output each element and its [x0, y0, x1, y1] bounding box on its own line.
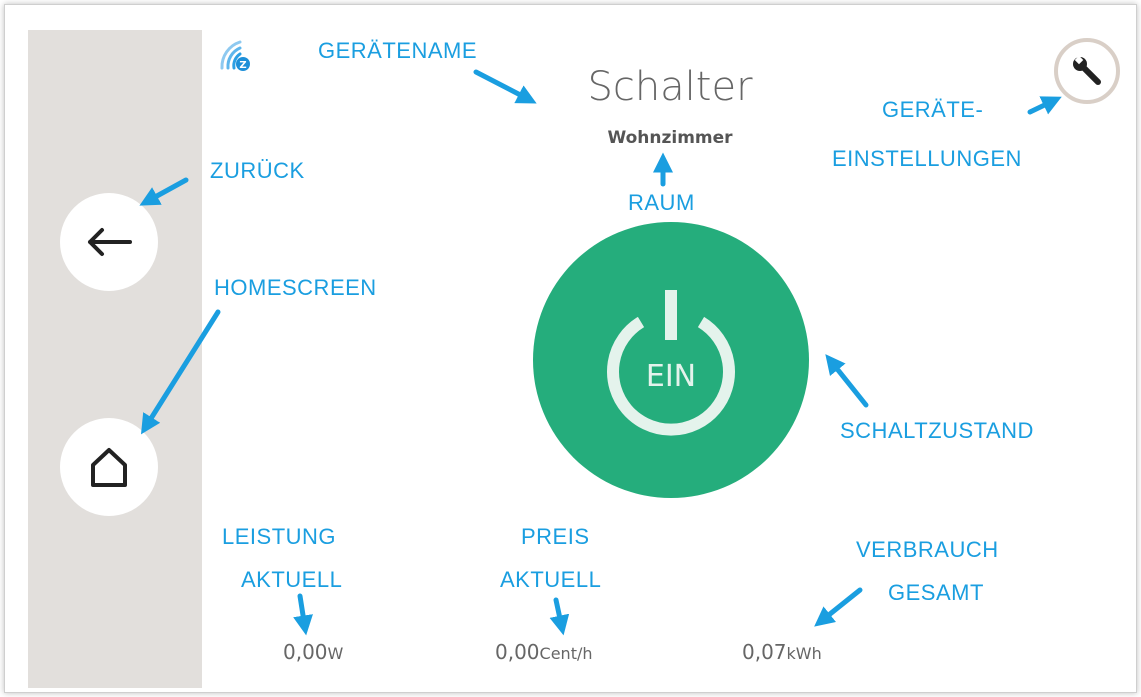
arrow-settings [1027, 96, 1062, 115]
arrow-home [141, 309, 221, 435]
arrow-back [139, 177, 189, 206]
arrow-state [825, 354, 869, 408]
arrow-power [293, 593, 313, 636]
arrow-device-name [473, 69, 537, 104]
annotation-arrows [139, 69, 1062, 636]
arrow-consumption [814, 587, 863, 627]
arrow-price [549, 597, 570, 636]
